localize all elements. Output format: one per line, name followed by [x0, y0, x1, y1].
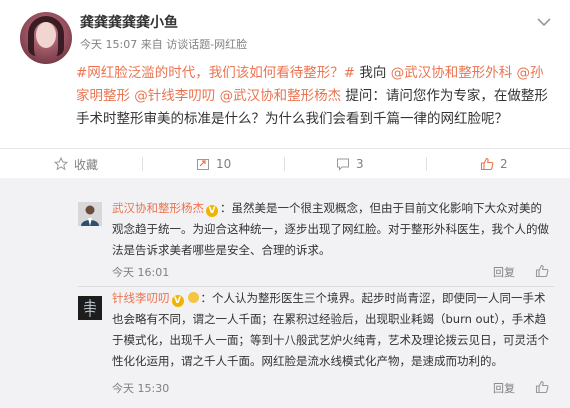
thumbs-up-icon[interactable]	[535, 380, 549, 394]
repost-icon	[197, 159, 209, 170]
comment-divider	[78, 286, 554, 287]
commenter-name[interactable]: 武汉协和整形杨杰	[112, 201, 204, 215]
comment-list: 武汉协和整形杨杰 V ：虽然美是一个很主观概念，但由于目前文化影响下大众对美的观念趋…	[0, 178, 570, 408]
comment-item: 针线李叨叨 V ：个人认为整形医生三个境界。起步时尚青涩，即使同一人同一手术也会略有…	[0, 288, 570, 408]
repost-button[interactable]: 10	[196, 149, 231, 179]
repost-count: 10	[216, 157, 232, 171]
commenter-avatar[interactable]	[78, 202, 102, 226]
comment-icon	[337, 158, 349, 171]
action-bar: 收藏 10 3 2	[0, 148, 570, 178]
collect-button[interactable]: 收藏	[54, 149, 98, 179]
comment-time: 今天 15:30	[112, 382, 170, 395]
action-divider	[142, 157, 143, 171]
verified-badge-icon: V	[206, 205, 218, 217]
comment-body: 针线李叨叨 V ：个人认为整形医生三个境界。起步时尚青涩，即使同一人同一手术也会略有…	[112, 288, 552, 372]
collect-label: 收藏	[74, 157, 99, 172]
action-divider	[284, 157, 285, 171]
comment-body: 武汉协和整形杨杰 V ：虽然美是一个很主观概念，但由于目前文化影响下大众对美的观念趋…	[112, 198, 552, 261]
like-count: 2	[500, 157, 508, 171]
like-button[interactable]: 2	[480, 149, 508, 179]
avatar-face	[36, 22, 56, 48]
mention-link[interactable]: @武汉协和整形外科	[391, 65, 513, 81]
action-divider	[426, 157, 427, 171]
comment-count: 3	[356, 157, 364, 171]
topic-link[interactable]: #网红脸泛滥的时代，我们该如何看待整形？#	[76, 65, 355, 81]
weibo-post: 龚龚龚龚龚小鱼 今天 15:07 来自 访谈话题-网红脸 #网红脸泛滥的时代，我…	[0, 0, 570, 150]
author-name[interactable]: 龚龚龚龚龚小鱼	[80, 12, 178, 32]
comment-time: 今天 16:01	[112, 266, 170, 279]
mention-link[interactable]: @武汉协和整形杨杰	[220, 88, 342, 104]
chevron-down-icon[interactable]	[536, 16, 552, 28]
emoji-icon	[187, 292, 199, 303]
verified-badge-icon: V	[171, 295, 184, 307]
post-meta: 今天 15:07 来自 访谈话题-网红脸	[80, 38, 248, 51]
comment-item: 武汉协和整形杨杰 V ：虽然美是一个很主观概念，但由于目前文化影响下大众对美的观念趋…	[0, 178, 570, 288]
doctor-avatar-icon	[78, 202, 102, 226]
thumbs-up-icon[interactable]	[535, 264, 549, 278]
comment-button[interactable]: 3	[336, 149, 364, 179]
post-text: 我向	[355, 65, 391, 81]
commenter-avatar[interactable]	[78, 296, 102, 320]
star-icon	[54, 157, 68, 171]
xray-avatar-icon	[78, 296, 102, 320]
reply-button[interactable]: 回复	[493, 380, 515, 396]
thumbs-up-icon	[480, 157, 494, 171]
reply-button[interactable]: 回复	[493, 264, 515, 280]
mention-link[interactable]: @针线李叨叨	[134, 88, 215, 104]
author-avatar[interactable]	[20, 12, 72, 64]
post-body: #网红脸泛滥的时代，我们该如何看待整形？# 我向 @武汉协和整形外科 @孙家明整…	[76, 62, 556, 131]
commenter-name[interactable]: 针线李叨叨	[112, 291, 170, 305]
